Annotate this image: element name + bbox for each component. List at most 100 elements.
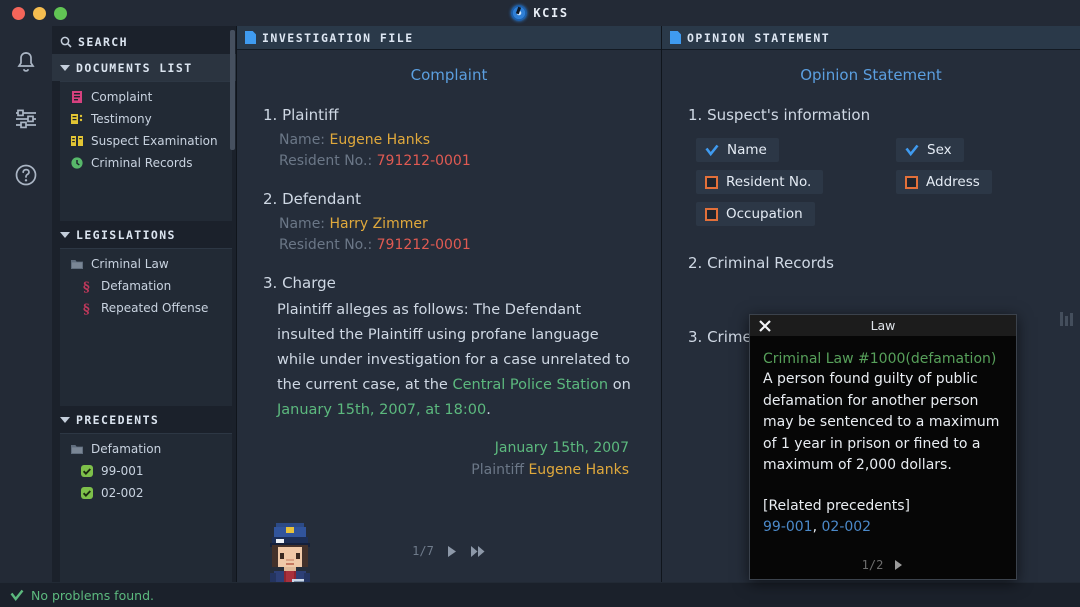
checkbox-label: Name	[727, 142, 767, 158]
tree-item-defamation-law[interactable]: § Defamation	[60, 275, 232, 297]
folder-icon	[70, 257, 84, 271]
checkbox-label: Occupation	[726, 206, 803, 222]
precedent-link-99-001[interactable]: 99-001	[763, 519, 813, 535]
suspect-exam-doc-icon	[70, 134, 84, 148]
suspect-info-checkbox-grid: Name Sex Resident No. Address Occupation	[688, 138, 1054, 226]
pager-counter: 1/7	[412, 544, 434, 558]
sidebar-section-label: PRECEDENTS	[76, 413, 160, 427]
folder-icon	[70, 442, 84, 456]
law-heading: Criminal Law #1000(defamation)	[763, 351, 997, 367]
tree-item-precedent-02-002[interactable]: 02-002	[60, 482, 232, 504]
sidebar-search-button[interactable]: SEARCH	[52, 26, 236, 54]
check-icon	[10, 589, 24, 602]
chevron-down-icon	[60, 232, 70, 238]
empty-box-icon	[905, 175, 918, 189]
title-bar: KCIS	[0, 0, 1080, 26]
sidebar-section-precedents[interactable]: PRECEDENTS	[52, 406, 236, 433]
field-value: Harry Zimmer	[329, 216, 428, 232]
charge-place-link[interactable]: Central Police Station	[452, 377, 608, 393]
complaint-doc-icon	[70, 90, 84, 104]
tree-item-label: Defamation	[91, 442, 162, 456]
sidebar: SEARCH DOCUMENTS LIST Complaint Testimon…	[52, 26, 236, 582]
check-badge-icon	[80, 464, 94, 478]
field-label: Name:	[279, 216, 326, 232]
checkbox-name[interactable]: Name	[696, 138, 779, 162]
search-icon	[60, 36, 72, 48]
field-defendant-resident-no: Resident No.: 791212-0001	[263, 235, 635, 256]
tree-item-criminal-law[interactable]: Criminal Law	[60, 253, 232, 275]
document-watermark-icon	[1060, 312, 1076, 326]
close-window-button[interactable]	[12, 6, 25, 20]
tab-opinion-statement[interactable]: OPINION STATEMENT	[662, 26, 1080, 50]
file-icon	[670, 31, 681, 44]
tree-item-repeated-offense-law[interactable]: § Repeated Offense	[60, 297, 232, 319]
checkbox-resident-no[interactable]: Resident No.	[696, 170, 824, 194]
criminal-records-icon	[70, 156, 84, 170]
minimize-window-button[interactable]	[33, 6, 46, 20]
precedent-link-02-002[interactable]: 02-002	[822, 519, 872, 535]
status-bar: No problems found.	[0, 582, 1080, 607]
tree-item-label: Repeated Offense	[101, 301, 209, 315]
tab-investigation-file[interactable]: INVESTIGATION FILE	[237, 26, 661, 50]
bell-icon[interactable]	[11, 48, 41, 78]
tree-item-defamation-precedent-folder[interactable]: Defamation	[60, 438, 232, 460]
play-icon[interactable]	[446, 545, 458, 558]
charge-datetime-link[interactable]: January 15th, 2007, at 18:00	[277, 402, 486, 418]
list-item-criminal-records[interactable]: Criminal Records	[60, 152, 232, 174]
close-x-icon[interactable]	[758, 318, 772, 332]
tree-item-label: 02-002	[101, 486, 144, 500]
maximize-window-button[interactable]	[54, 6, 67, 20]
status-message: No problems found.	[31, 587, 154, 603]
signature-role: Plaintiff	[471, 462, 524, 478]
checkbox-sex[interactable]: Sex	[896, 138, 964, 162]
sidebar-section-label: LEGISLATIONS	[76, 228, 176, 242]
link-separator: ,	[812, 518, 822, 535]
question-circle-icon[interactable]	[11, 160, 41, 190]
list-item-label: Suspect Examination	[91, 134, 218, 148]
law-popup-title: Law	[870, 318, 896, 333]
field-value: 791212-0001	[376, 237, 471, 253]
section-sign-icon: §	[80, 301, 94, 315]
field-value: Eugene Hanks	[329, 132, 431, 148]
list-item-testimony[interactable]: Testimony	[60, 108, 232, 130]
field-label: Resident No.:	[279, 237, 373, 253]
charge-text-after: .	[486, 402, 491, 418]
charge-text-mid: on	[608, 377, 631, 393]
signature-name: Eugene Hanks	[528, 462, 629, 478]
sidebar-search-label: SEARCH	[78, 35, 128, 49]
checkbox-occupation[interactable]: Occupation	[696, 202, 815, 226]
section-heading-charge: 3. Charge	[263, 274, 336, 292]
list-item-label: Complaint	[91, 90, 153, 104]
play-icon[interactable]	[893, 559, 904, 571]
list-item-complaint[interactable]: Complaint	[60, 86, 232, 108]
list-item-label: Testimony	[91, 112, 152, 126]
checkbox-address[interactable]: Address	[896, 170, 992, 194]
fast-forward-icon[interactable]	[470, 545, 486, 558]
investigation-file-content: Complaint 1. Plaintiff Name: Eugene Hank…	[237, 50, 661, 582]
related-precedents-links: 99-001, 02-002	[763, 517, 1003, 539]
law-text: A person found guilty of public defamati…	[763, 371, 1000, 473]
app-title: KCIS	[533, 6, 569, 20]
sidebar-scrollbar[interactable]	[230, 30, 235, 150]
list-item-suspect-examination[interactable]: Suspect Examination	[60, 130, 232, 152]
pager-counter: 1/2	[861, 558, 884, 572]
field-label: Resident No.:	[279, 153, 373, 169]
sidebar-section-legislations[interactable]: LEGISLATIONS	[52, 221, 236, 248]
legislations-panel: Criminal Law § Defamation § Repeated Off…	[60, 248, 232, 406]
check-icon	[905, 144, 919, 157]
tree-item-precedent-99-001[interactable]: 99-001	[60, 460, 232, 482]
section-heading-criminal-records: 2. Criminal Records	[688, 254, 834, 272]
sidebar-section-label: DOCUMENTS LIST	[76, 61, 193, 75]
file-icon	[245, 31, 256, 44]
testimony-doc-icon	[70, 112, 84, 126]
tab-label: INVESTIGATION FILE	[262, 30, 414, 45]
sliders-icon[interactable]	[11, 104, 41, 134]
sidebar-section-documents-list[interactable]: DOCUMENTS LIST	[52, 54, 236, 81]
field-plaintiff-name: Name: Eugene Hanks	[263, 130, 635, 151]
field-value: 791212-0001	[376, 153, 471, 169]
law-popup: Law Criminal Law #1000(defamation) A per…	[749, 314, 1017, 580]
tree-item-label: Defamation	[101, 279, 172, 293]
field-plaintiff-resident-no: Resident No.: 791212-0001	[263, 151, 635, 172]
related-precedents-label: [Related precedents]	[763, 497, 910, 514]
checkbox-label: Sex	[927, 142, 952, 158]
